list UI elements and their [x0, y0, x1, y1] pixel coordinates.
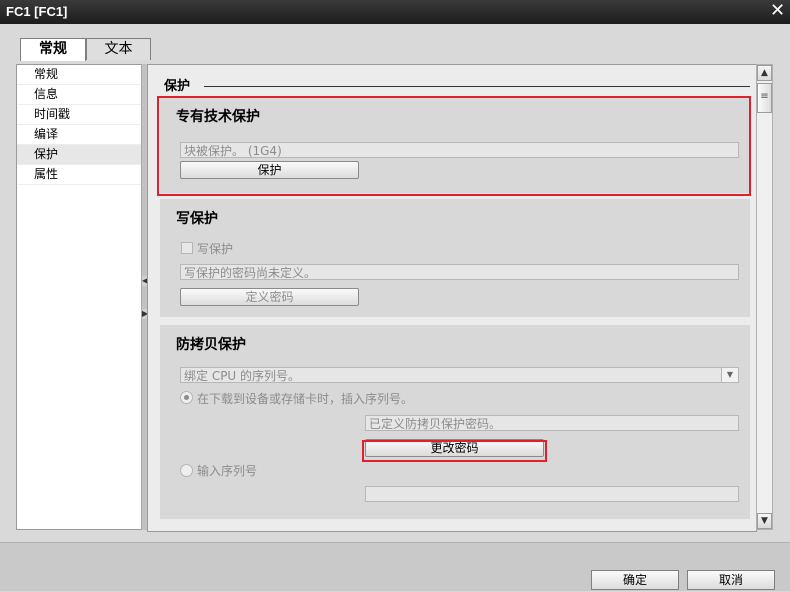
title-bar: FC1 [FC1] ✕: [0, 0, 790, 24]
copy-protection-section: 防拷贝保护 绑定 CPU 的序列号。 ▼ 在下载到设备或存储卡时，插入序列号。 …: [160, 325, 750, 519]
ok-button[interactable]: 确定: [591, 570, 679, 590]
window-title: FC1 [FC1]: [6, 4, 68, 19]
write-protection-title: 写保护: [176, 211, 218, 227]
nav-item-attributes[interactable]: 属性: [17, 165, 141, 185]
know-how-highlight: [157, 96, 751, 196]
nav-item-timestamp[interactable]: 时间戳: [17, 105, 141, 125]
nav-item-protection[interactable]: 保护: [17, 145, 141, 165]
write-password-status-field: 写保护的密码尚未定义。: [180, 264, 739, 280]
scroll-up-icon[interactable]: ▲: [757, 65, 772, 81]
content-scrollbar[interactable]: ▲ ≡ ▼: [756, 64, 773, 530]
scroll-thumb[interactable]: ≡: [757, 83, 772, 113]
nav-item-general[interactable]: 常规: [17, 65, 141, 85]
write-protection-checkbox-label: 写保护: [197, 242, 234, 256]
nav-item-info[interactable]: 信息: [17, 85, 141, 105]
change-password-highlight: [362, 440, 547, 462]
copy-protection-title: 防拷贝保护: [176, 337, 246, 353]
heading-divider: [204, 86, 750, 87]
button-bar: 确定 取消: [0, 542, 790, 591]
nav-pane: 常规 信息 时间戳 编译 保护 属性: [16, 64, 142, 530]
enter-serial-radio-label: 输入序列号: [197, 464, 258, 478]
insert-serial-radio[interactable]: [180, 391, 193, 404]
scroll-down-icon[interactable]: ▼: [757, 513, 772, 529]
serial-number-input[interactable]: [365, 486, 739, 502]
cancel-button[interactable]: 取消: [687, 570, 775, 590]
copy-password-status-field: 已定义防拷贝保护密码。: [365, 415, 739, 431]
dialog-body: 常规 文本 常规 信息 时间戳 编译 保护 属性 ◀ ▶ 保护 专有技术保护 块…: [0, 24, 790, 592]
copy-protection-mode-value: 绑定 CPU 的序列号。: [184, 369, 301, 383]
section-heading: 保护: [164, 79, 191, 94]
insert-serial-radio-label: 在下载到设备或存储卡时，插入序列号。: [197, 392, 414, 406]
copy-protection-mode-select[interactable]: 绑定 CPU 的序列号。 ▼: [180, 367, 739, 383]
write-protection-checkbox[interactable]: [181, 242, 193, 254]
enter-serial-radio[interactable]: [180, 464, 193, 477]
write-protection-section: 写保护 写保护 写保护的密码尚未定义。 定义密码: [160, 199, 750, 317]
close-icon[interactable]: ✕: [769, 2, 786, 20]
define-password-button[interactable]: 定义密码: [180, 288, 359, 306]
tab-text[interactable]: 文本: [86, 38, 151, 60]
tab-general[interactable]: 常规: [20, 38, 86, 61]
chevron-down-icon[interactable]: ▼: [721, 368, 738, 382]
nav-item-compile[interactable]: 编译: [17, 125, 141, 145]
